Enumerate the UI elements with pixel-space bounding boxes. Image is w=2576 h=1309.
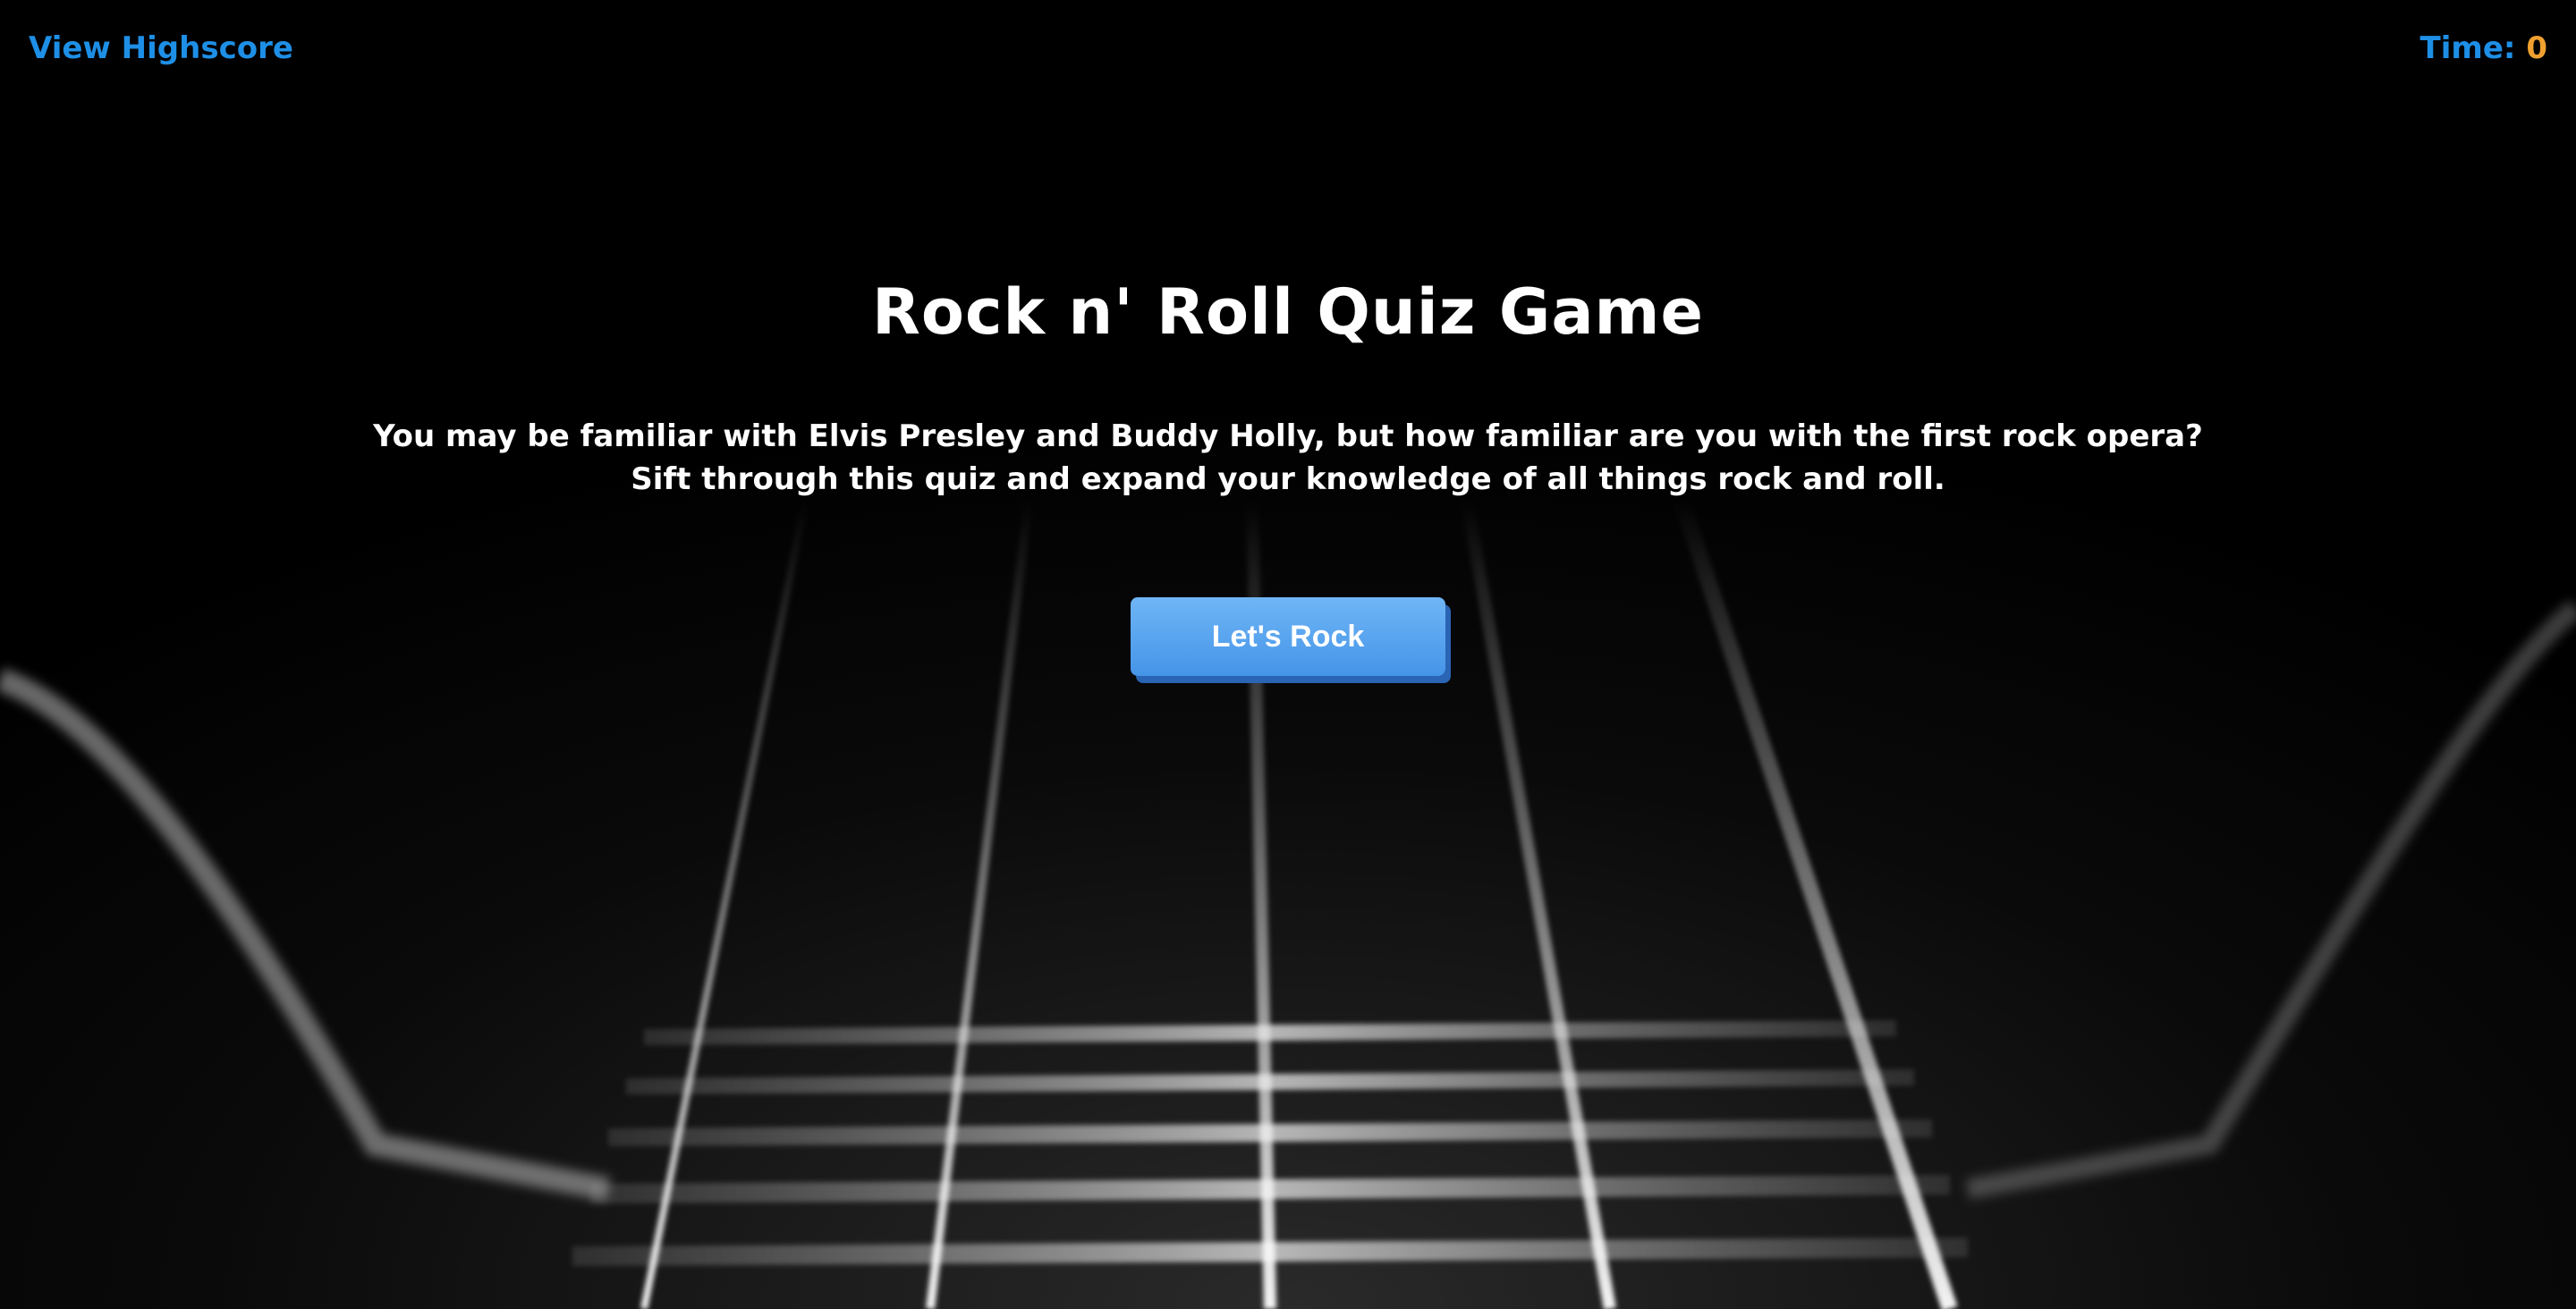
timer: Time: 0 bbox=[2420, 30, 2547, 66]
timer-value: 0 bbox=[2526, 30, 2547, 66]
page-title: Rock n' Roll Quiz Game bbox=[872, 275, 1704, 349]
intro-description-line-2: Sift through this quiz and expand your k… bbox=[631, 461, 1945, 497]
start-quiz-button[interactable]: Let's Rock bbox=[1131, 597, 1445, 676]
view-highscore-link[interactable]: View Highscore bbox=[29, 30, 293, 66]
timer-label: Time: bbox=[2419, 30, 2516, 66]
intro-description-line-1: You may be familiar with Elvis Presley a… bbox=[373, 418, 2203, 454]
top-bar: View Highscore Time: 0 bbox=[0, 0, 2576, 107]
intro-description: You may be familiar with Elvis Presley a… bbox=[0, 415, 2576, 501]
